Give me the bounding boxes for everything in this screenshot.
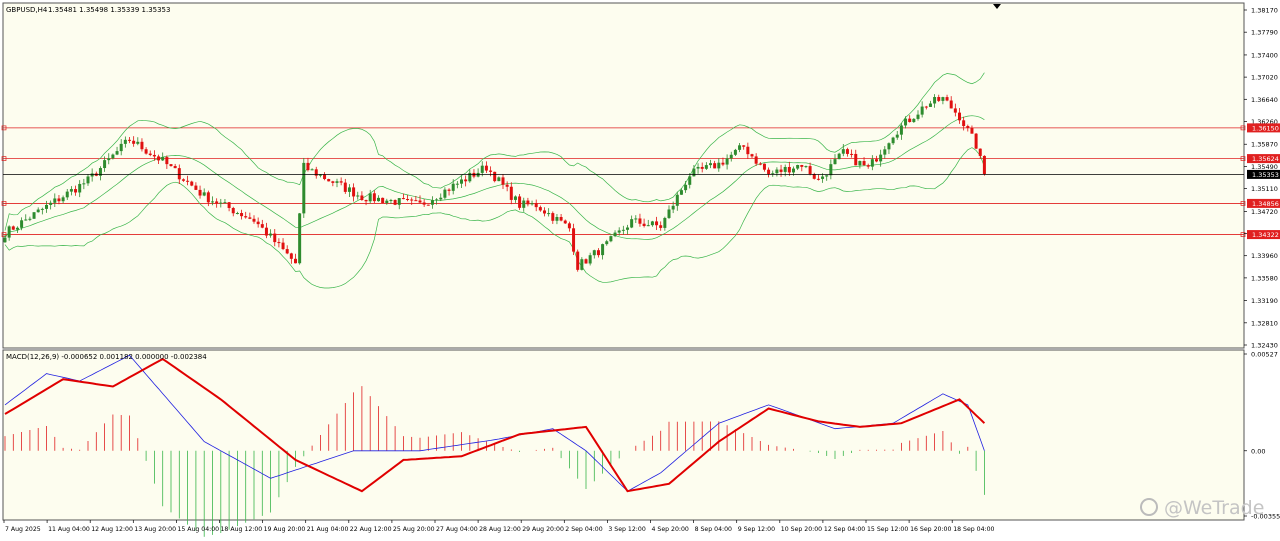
macd-y-tick-label: 0.00527 bbox=[1251, 351, 1278, 359]
x-tick-label: 18 Sep 04:00 bbox=[953, 526, 994, 533]
y-tick-label: 1.35110 bbox=[1251, 185, 1278, 193]
x-tick-label: 19 Aug 20:00 bbox=[264, 526, 306, 533]
x-tick-label: 8 Sep 04:00 bbox=[695, 526, 732, 533]
svg-text:1.34322: 1.34322 bbox=[1252, 231, 1279, 239]
candle[interactable] bbox=[381, 197, 385, 204]
macd-panel[interactable] bbox=[2, 349, 1245, 521]
main-price-panel[interactable] bbox=[2, 2, 1245, 349]
x-tick-label: 22 Aug 12:00 bbox=[350, 526, 392, 533]
y-tick-label: 1.36640 bbox=[1251, 96, 1278, 104]
x-tick-label: 4 Sep 20:00 bbox=[652, 526, 689, 533]
candle[interactable] bbox=[982, 155, 986, 176]
candle[interactable] bbox=[393, 199, 397, 206]
x-tick-label: 18 Aug 12:00 bbox=[221, 526, 263, 533]
x-tick-label: 15 Sep 12:00 bbox=[867, 526, 908, 533]
candle[interactable] bbox=[327, 178, 331, 182]
x-tick-label: 9 Sep 12:00 bbox=[738, 526, 775, 533]
level-price-label: 1.36150 bbox=[1247, 123, 1280, 133]
y-tick-label: 1.38170 bbox=[1251, 7, 1278, 15]
svg-text:1.34856: 1.34856 bbox=[1252, 200, 1279, 208]
x-tick-label: 13 Aug 20:00 bbox=[134, 526, 176, 533]
y-tick-label: 1.35870 bbox=[1251, 141, 1278, 149]
svg-text:1.35353: 1.35353 bbox=[1252, 171, 1279, 179]
current-price-label: 1.35353 bbox=[1247, 169, 1280, 179]
y-tick-label: 1.32810 bbox=[1251, 319, 1278, 327]
x-tick-label: 7 Aug 2025 bbox=[5, 526, 41, 533]
chart-svg: 1.381701.377901.374001.370201.366401.362… bbox=[0, 0, 1280, 537]
candle[interactable] bbox=[837, 152, 841, 160]
svg-text:1.35624: 1.35624 bbox=[1252, 155, 1279, 163]
candle[interactable] bbox=[974, 133, 978, 150]
y-tick-label: 1.37400 bbox=[1251, 51, 1278, 59]
y-tick-label: 1.32430 bbox=[1251, 342, 1278, 350]
x-tick-label: 16 Sep 20:00 bbox=[910, 526, 951, 533]
y-tick-label: 1.37020 bbox=[1251, 74, 1278, 82]
candle[interactable] bbox=[302, 157, 306, 218]
candle[interactable] bbox=[576, 249, 580, 272]
x-tick-label: 25 Aug 20:00 bbox=[393, 526, 435, 533]
candle[interactable] bbox=[32, 212, 36, 219]
ohlc-label: 1.35481 1.35498 1.35339 1.35353 bbox=[48, 6, 170, 14]
x-tick-label: 11 Aug 04:00 bbox=[48, 526, 90, 533]
candle[interactable] bbox=[572, 223, 576, 255]
y-tick-label: 1.37790 bbox=[1251, 29, 1278, 37]
level-price-label: 1.34322 bbox=[1247, 230, 1280, 240]
y-tick-label: 1.35490 bbox=[1251, 163, 1278, 171]
watermark-text: @WeTrade bbox=[1164, 497, 1264, 519]
y-tick-label: 1.33190 bbox=[1251, 297, 1278, 305]
level-price-label: 1.34856 bbox=[1247, 198, 1280, 208]
macd-label: MACD(12,26,9) -0.000652 0.001182 0.00000… bbox=[6, 353, 207, 361]
x-tick-label: 21 Aug 04:00 bbox=[307, 526, 349, 533]
candle[interactable] bbox=[493, 171, 497, 183]
level-price-label: 1.35624 bbox=[1247, 154, 1280, 164]
x-tick-label: 28 Aug 12:00 bbox=[479, 526, 521, 533]
x-tick-label: 15 Aug 04:00 bbox=[177, 526, 219, 533]
candle[interactable] bbox=[298, 212, 302, 265]
y-tick-label: 1.33580 bbox=[1251, 274, 1278, 282]
x-tick-label: 2 Sep 04:00 bbox=[565, 526, 602, 533]
x-tick-label: 27 Aug 04:00 bbox=[436, 526, 478, 533]
symbol-label: GBPUSD,H4 bbox=[6, 6, 48, 14]
chart-root: 1.38170 1.37790 1.37400 1.37020 1.36640 1.362… bbox=[0, 0, 1280, 537]
candle[interactable] bbox=[426, 204, 430, 206]
y-tick-label: 1.34720 bbox=[1251, 208, 1278, 216]
svg-text:1.36150: 1.36150 bbox=[1252, 124, 1279, 132]
x-tick-label: 3 Sep 12:00 bbox=[608, 526, 645, 533]
macd-y-tick-label: 0.00 bbox=[1251, 447, 1265, 455]
x-tick-label: 10 Sep 20:00 bbox=[781, 526, 822, 533]
y-tick-label: 1.33960 bbox=[1251, 252, 1278, 260]
x-tick-label: 12 Aug 12:00 bbox=[91, 526, 133, 533]
x-tick-label: 29 Aug 20:00 bbox=[522, 526, 564, 533]
x-tick-label: 12 Sep 04:00 bbox=[824, 526, 865, 533]
